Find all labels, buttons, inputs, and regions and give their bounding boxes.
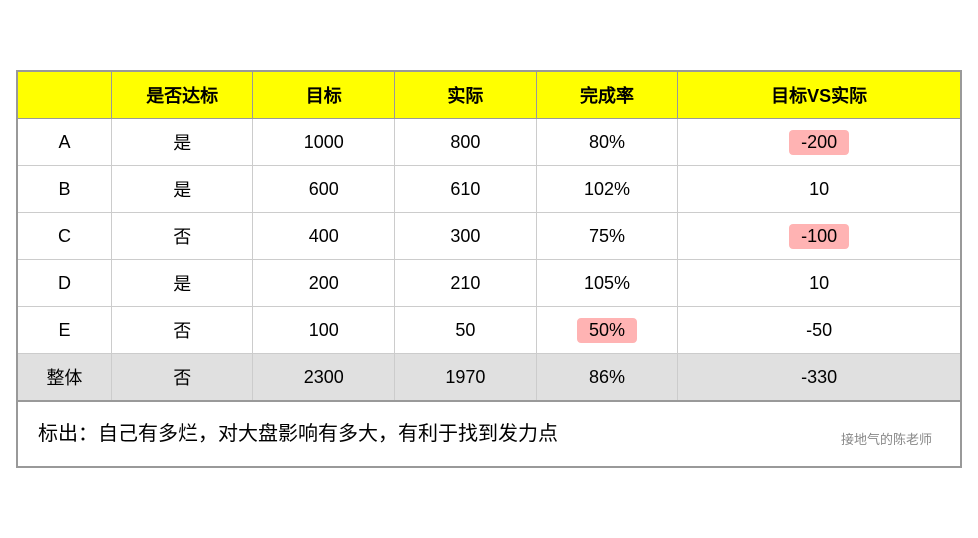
row-完成率: 105% (536, 260, 678, 307)
col-header-vs: 目标VS实际 (678, 71, 961, 119)
row-实际: 800 (395, 119, 537, 166)
row-vs: 10 (678, 166, 961, 213)
summary-完成率: 86% (536, 354, 678, 402)
table-row: B是600610102%10 (17, 166, 961, 213)
row-达标: 否 (111, 307, 253, 354)
table-row: D是200210105%10 (17, 260, 961, 307)
col-header-完成率: 完成率 (536, 71, 678, 119)
row-达标: 是 (111, 119, 253, 166)
row-完成率: 75% (536, 213, 678, 260)
table-row: E否10050 50% -50 (17, 307, 961, 354)
row-vs: -200 (678, 119, 961, 166)
col-header-empty (17, 71, 111, 119)
row-完成率: 80% (536, 119, 678, 166)
note-box: 标出：自己有多烂，对大盘影响有多大，有利于找到发力点 (16, 402, 962, 468)
row-vs: -100 (678, 213, 961, 260)
row-目标: 1000 (253, 119, 395, 166)
col-header-实际: 实际 (395, 71, 537, 119)
row-目标: 100 (253, 307, 395, 354)
summary-实际: 1970 (395, 354, 537, 402)
col-header-目标: 目标 (253, 71, 395, 119)
row-目标: 600 (253, 166, 395, 213)
highlight-vs: -200 (789, 130, 849, 155)
row-实际: 610 (395, 166, 537, 213)
highlight-vs: -100 (789, 224, 849, 249)
row-vs: -50 (678, 307, 961, 354)
table-row: C否40030075% -100 (17, 213, 961, 260)
row-完成率: 50% (536, 307, 678, 354)
summary-达标: 否 (111, 354, 253, 402)
row-id: D (17, 260, 111, 307)
highlight-完成率: 50% (577, 318, 637, 343)
row-实际: 210 (395, 260, 537, 307)
row-达标: 是 (111, 166, 253, 213)
col-header-达标: 是否达标 (111, 71, 253, 119)
table-row: A是100080080% -200 (17, 119, 961, 166)
row-完成率: 102% (536, 166, 678, 213)
row-id: A (17, 119, 111, 166)
row-实际: 300 (395, 213, 537, 260)
summary-id: 整体 (17, 354, 111, 402)
note-text: 标出：自己有多烂，对大盘影响有多大，有利于找到发力点 (38, 423, 558, 445)
row-vs: 10 (678, 260, 961, 307)
row-目标: 200 (253, 260, 395, 307)
table-header-row: 是否达标 目标 实际 完成率 目标VS实际 (17, 71, 961, 119)
watermark: 接地气的陈老师 (841, 429, 932, 448)
main-wrapper: 是否达标 目标 实际 完成率 目标VS实际 A是100080080%-200B是… (16, 70, 962, 468)
row-id: C (17, 213, 111, 260)
row-达标: 是 (111, 260, 253, 307)
row-达标: 否 (111, 213, 253, 260)
row-实际: 50 (395, 307, 537, 354)
row-id: B (17, 166, 111, 213)
summary-vs: -330 (678, 354, 961, 402)
data-table: 是否达标 目标 实际 完成率 目标VS实际 A是100080080%-200B是… (16, 70, 962, 402)
row-id: E (17, 307, 111, 354)
summary-目标: 2300 (253, 354, 395, 402)
summary-row: 整体否2300197086%-330 (17, 354, 961, 402)
row-目标: 400 (253, 213, 395, 260)
